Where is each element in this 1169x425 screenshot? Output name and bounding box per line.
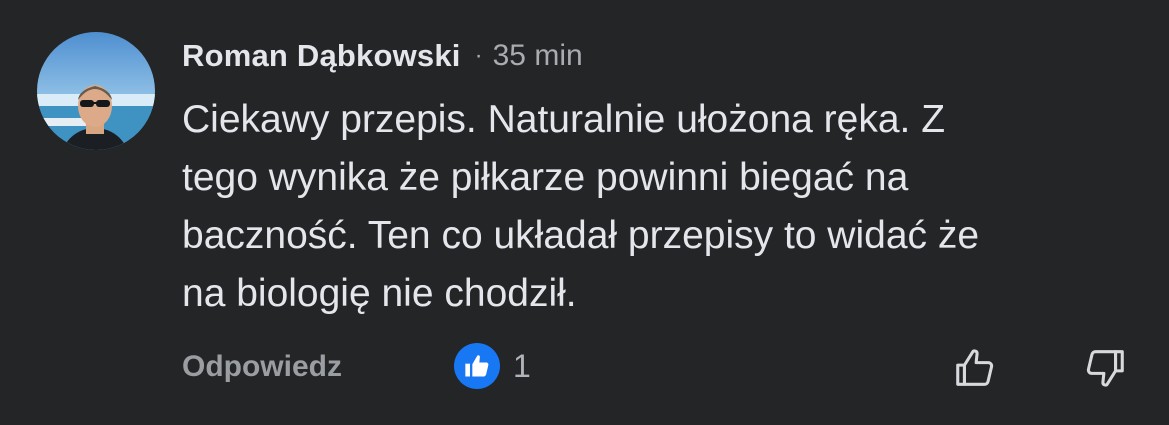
author-name[interactable]: Roman Dąbkowski	[182, 38, 461, 74]
reaction-summary[interactable]: 1	[454, 343, 531, 389]
avatar[interactable]	[37, 32, 155, 150]
comment-timestamp[interactable]: 35 min	[493, 39, 583, 73]
like-thumb-icon	[454, 343, 500, 389]
comment: Roman Dąbkowski · 35 min Ciekawy przepis…	[0, 0, 1169, 425]
comment-text-line: tego wynika że piłkarze powinni biegać n…	[182, 156, 909, 199]
thumbs-down-outline-icon	[1086, 350, 1124, 387]
separator-dot: ·	[474, 42, 483, 69]
comment-text-line: Ciekawy przepis. Naturalnie ułożona ręka…	[182, 98, 946, 141]
reaction-count: 1	[513, 347, 531, 384]
downvote-button[interactable]	[1080, 343, 1130, 393]
thumbs-up-outline-icon	[956, 349, 994, 386]
avatar-photo	[37, 32, 155, 150]
comment-text-line: baczność. Ten co układał przepisy to wid…	[182, 214, 980, 257]
reply-button[interactable]: Odpowiedz	[182, 350, 342, 384]
comment-header: Roman Dąbkowski · 35 min	[182, 34, 583, 78]
comment-text-line: na biologię nie chodził.	[182, 272, 577, 315]
upvote-button[interactable]	[950, 343, 1000, 393]
comment-actions: Odpowiedz 1	[182, 340, 1142, 396]
comment-text: Ciekawy przepis. Naturalnie ułożona ręka…	[182, 91, 1142, 323]
